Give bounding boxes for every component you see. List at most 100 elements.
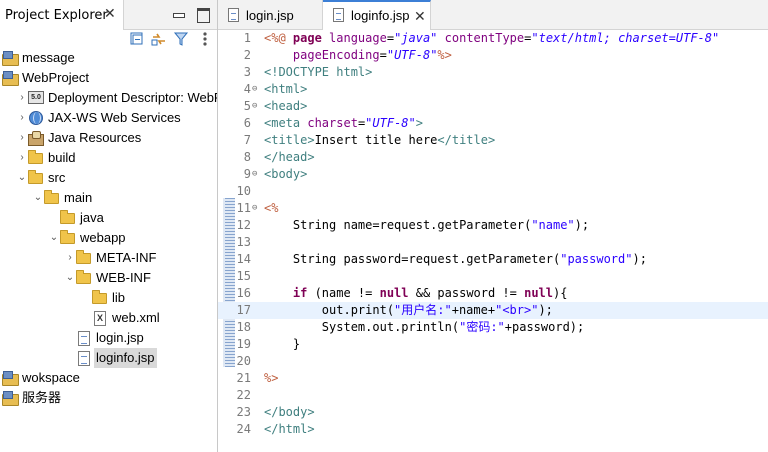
fold-toggle-icon[interactable]: ⊖	[252, 166, 257, 183]
chevron-down-icon[interactable]: ⌄	[33, 188, 43, 208]
tab-login-jsp[interactable]: login.jsp	[218, 0, 323, 30]
code-line[interactable]: 3 <!DOCTYPE html>	[218, 64, 768, 81]
fold-toggle-icon[interactable]: ⊖	[252, 81, 257, 98]
close-icon[interactable]: ✕	[414, 8, 426, 25]
code-line[interactable]: 24 </html>	[218, 421, 768, 438]
code-line[interactable]: 1 <%@ page language="java" contentType="t…	[218, 30, 768, 47]
code-line[interactable]: 20	[218, 353, 768, 370]
line-number: 15	[236, 269, 251, 283]
code-text: <!DOCTYPE html>	[264, 64, 372, 81]
folder-icon	[60, 230, 76, 245]
collapse-all-icon[interactable]	[129, 31, 145, 47]
view-menu-icon[interactable]	[197, 31, 213, 47]
tree-item-label: JAX-WS Web Services	[48, 110, 181, 125]
tree-item[interactable]: › META-INF	[0, 248, 217, 268]
tree-item[interactable]: ›5.0 Deployment Descriptor: WebProject	[0, 88, 217, 108]
code-line[interactable]: 10	[218, 183, 768, 200]
code-line[interactable]: 12 String name=request.getParameter("nam…	[218, 217, 768, 234]
chevron-right-icon[interactable]: ›	[17, 148, 27, 168]
tree-item[interactable]: ⌄ main	[0, 188, 217, 208]
chevron-down-icon[interactable]: ⌄	[65, 268, 75, 288]
chevron-right-icon[interactable]: ›	[17, 128, 27, 148]
project-explorer-tab[interactable]: Project Explorer ✕	[0, 0, 124, 30]
code-line[interactable]: 21 %>	[218, 370, 768, 387]
explorer-tab-bar: Project Explorer ✕	[0, 0, 217, 30]
tree-item[interactable]: loginfo.jsp	[0, 348, 217, 368]
code-line[interactable]: 8 </head>	[218, 149, 768, 166]
link-with-editor-icon[interactable]	[151, 31, 167, 47]
code-editor[interactable]: 1 <%@ page language="java" contentType="t…	[218, 30, 768, 452]
folder-icon	[28, 170, 44, 185]
editor-area: login.jsp loginfo.jsp ✕ 1 <%@ page langua…	[218, 0, 768, 452]
line-number: 19	[236, 337, 251, 351]
tree-item[interactable]: › JAX-WS Web Services	[0, 108, 217, 128]
code-line[interactable]: 11 ⊖ <%	[218, 200, 768, 217]
close-icon[interactable]: ✕	[104, 6, 116, 22]
chevron-down-icon[interactable]: ⌄	[17, 168, 27, 188]
xml-file-icon: X	[92, 311, 108, 326]
tree-item[interactable]: ⌄ WEB-INF	[0, 268, 217, 288]
project-icon	[2, 71, 19, 86]
code-token: String password=request.getParameter(	[264, 252, 561, 266]
tree-item[interactable]: 服务器	[0, 388, 217, 408]
tree-item[interactable]: ⌄ webapp	[0, 228, 217, 248]
tree-item[interactable]: › build	[0, 148, 217, 168]
tree-item[interactable]: message	[0, 48, 217, 68]
tree-item[interactable]: WebProject	[0, 68, 217, 88]
code-token: "UTF-8"	[365, 116, 416, 130]
jsp-file-icon	[76, 331, 92, 346]
code-text: <html>	[264, 81, 307, 98]
code-line[interactable]: 16 if (name != null && password != null)…	[218, 285, 768, 302]
code-line[interactable]: 4 ⊖ <html>	[218, 81, 768, 98]
tree-item[interactable]: Xweb.xml	[0, 308, 217, 328]
folder-icon	[44, 190, 60, 205]
code-line[interactable]: 5 ⊖ <head>	[218, 98, 768, 115]
tree-item[interactable]: java	[0, 208, 217, 228]
code-line[interactable]: 9 ⊖ <body>	[218, 166, 768, 183]
chevron-right-icon[interactable]: ›	[65, 248, 75, 268]
code-line[interactable]: 23 </body>	[218, 404, 768, 421]
code-line[interactable]: 14 String password=request.getParameter(…	[218, 251, 768, 268]
code-line[interactable]: 17 out.print("用户名:"+name+"<br>");	[218, 302, 768, 319]
code-text: String password=request.getParameter("pa…	[264, 251, 647, 268]
code-line[interactable]: 18 System.out.println("密码:"+password);	[218, 319, 768, 336]
code-line[interactable]: 6 <meta charset="UTF-8">	[218, 115, 768, 132]
chevron-down-icon[interactable]: ⌄	[49, 228, 59, 248]
tab-label: login.jsp	[246, 8, 294, 23]
fold-toggle-icon[interactable]: ⊖	[252, 98, 257, 115]
code-line[interactable]: 2 pageEncoding="UTF-8"%>	[218, 47, 768, 64]
code-token: if	[292, 286, 308, 300]
tree-item[interactable]: ⌄ src	[0, 168, 217, 188]
line-number: 6	[243, 116, 251, 130]
tree-item[interactable]: lib	[0, 288, 217, 308]
line-number: 16	[236, 286, 251, 300]
code-line[interactable]: 13	[218, 234, 768, 251]
tab-label: loginfo.jsp	[351, 8, 410, 23]
code-line[interactable]: 15	[218, 268, 768, 285]
folder-icon	[60, 210, 76, 225]
minimize-icon[interactable]	[170, 6, 186, 22]
tree-item[interactable]: wokspace	[0, 368, 217, 388]
jsp-file-icon	[228, 8, 239, 22]
tree-item-label: Java Resources	[48, 130, 142, 145]
chevron-right-icon[interactable]: ›	[17, 88, 27, 108]
tree-item[interactable]: › Java Resources	[0, 128, 217, 148]
fold-toggle-icon[interactable]: ⊖	[252, 200, 257, 217]
chevron-right-icon[interactable]: ›	[17, 108, 27, 128]
editor-tab-bar: login.jsp loginfo.jsp ✕	[218, 0, 768, 30]
code-text: <title>Insert title here</title>	[264, 132, 495, 149]
maximize-icon[interactable]	[195, 6, 211, 23]
jsp-file-icon	[333, 8, 344, 22]
code-line[interactable]: 22	[218, 387, 768, 404]
code-token: );	[574, 218, 590, 232]
filter-icon[interactable]	[173, 31, 189, 47]
code-line[interactable]: 7 <title>Insert title here</title>	[218, 132, 768, 149]
code-token: <%@	[264, 31, 293, 45]
tree-item[interactable]: login.jsp	[0, 328, 217, 348]
code-text: System.out.println("密码:"+password);	[264, 319, 584, 336]
code-text: <head>	[264, 98, 307, 115]
code-token: "密码:"	[459, 320, 505, 334]
code-line[interactable]: 19 }	[218, 336, 768, 353]
tab-loginfo-jsp[interactable]: loginfo.jsp ✕	[323, 0, 431, 30]
tree-item-label: webapp	[80, 230, 126, 245]
